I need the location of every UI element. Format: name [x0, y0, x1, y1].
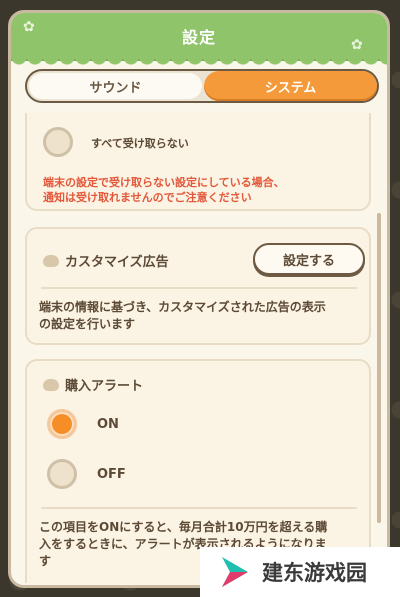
radio-off[interactable] — [47, 459, 77, 489]
custom-ads-title-text: カスタマイズ広告 — [65, 255, 169, 270]
description-line: の設定を行います — [39, 317, 136, 331]
warning-line: 通知は受け取れませんのでご注意ください — [43, 191, 252, 204]
paw-icon — [43, 254, 59, 267]
radio-none[interactable] — [43, 127, 73, 157]
settings-scroll-area[interactable]: すべて受け取らない 端末の設定で受け取らない設定にしている場合、 通知は受け取れ… — [25, 113, 379, 583]
watermark-text: 建东游戏园 — [262, 561, 367, 585]
settings-panel: ✿ ✿ 設定 サウンド システム すべて受け取らない 端末の設定で受け取らない設… — [8, 10, 390, 588]
tab-sound[interactable]: サウンド — [29, 73, 202, 99]
divider — [41, 507, 357, 509]
page-title: 設定 — [181, 28, 216, 47]
description-line: この項目をONにすると、毎月合計10万円を超える購 — [39, 520, 328, 534]
tab-bar: サウンド システム — [25, 69, 379, 103]
leaf-icon: ✿ — [23, 19, 35, 35]
watermark: 建东游戏园 — [200, 547, 400, 597]
on-label: ON — [97, 417, 119, 432]
custom-ads-title: カスタマイズ広告 — [43, 251, 169, 270]
radio-on[interactable] — [47, 409, 77, 439]
purchase-alert-title: 購入アラート — [43, 375, 143, 394]
leaf-icon: ✿ — [351, 37, 363, 53]
notification-warning: 端末の設定で受け取らない設定にしている場合、 通知は受け取れませんのでご注意くだ… — [43, 175, 285, 205]
scrollbar[interactable] — [377, 213, 381, 523]
purchase-alert-title-text: 購入アラート — [65, 379, 144, 394]
tab-system[interactable]: システム — [204, 71, 377, 101]
divider — [41, 287, 357, 289]
watermark-logo-icon — [222, 557, 248, 587]
header-bar: ✿ ✿ 設定 — [11, 13, 387, 69]
custom-ads-card: カスタマイズ広告 設定する 端末の情報に基づき、カスタマイズされた広告の表示 の… — [25, 227, 371, 345]
custom-ads-settings-button[interactable]: 設定する — [253, 243, 365, 275]
warning-line: 端末の設定で受け取らない設定にしている場合、 — [43, 176, 285, 189]
off-label: OFF — [97, 467, 126, 482]
paw-icon — [43, 378, 59, 391]
description-line: 端末の情報に基づき、カスタマイズされた広告の表示 — [39, 300, 326, 314]
custom-ads-description: 端末の情報に基づき、カスタマイズされた広告の表示 の設定を行います — [39, 299, 326, 333]
notification-card: すべて受け取らない 端末の設定で受け取らない設定にしている場合、 通知は受け取れ… — [25, 113, 371, 211]
option-none-label: すべて受け取らない — [91, 137, 189, 150]
